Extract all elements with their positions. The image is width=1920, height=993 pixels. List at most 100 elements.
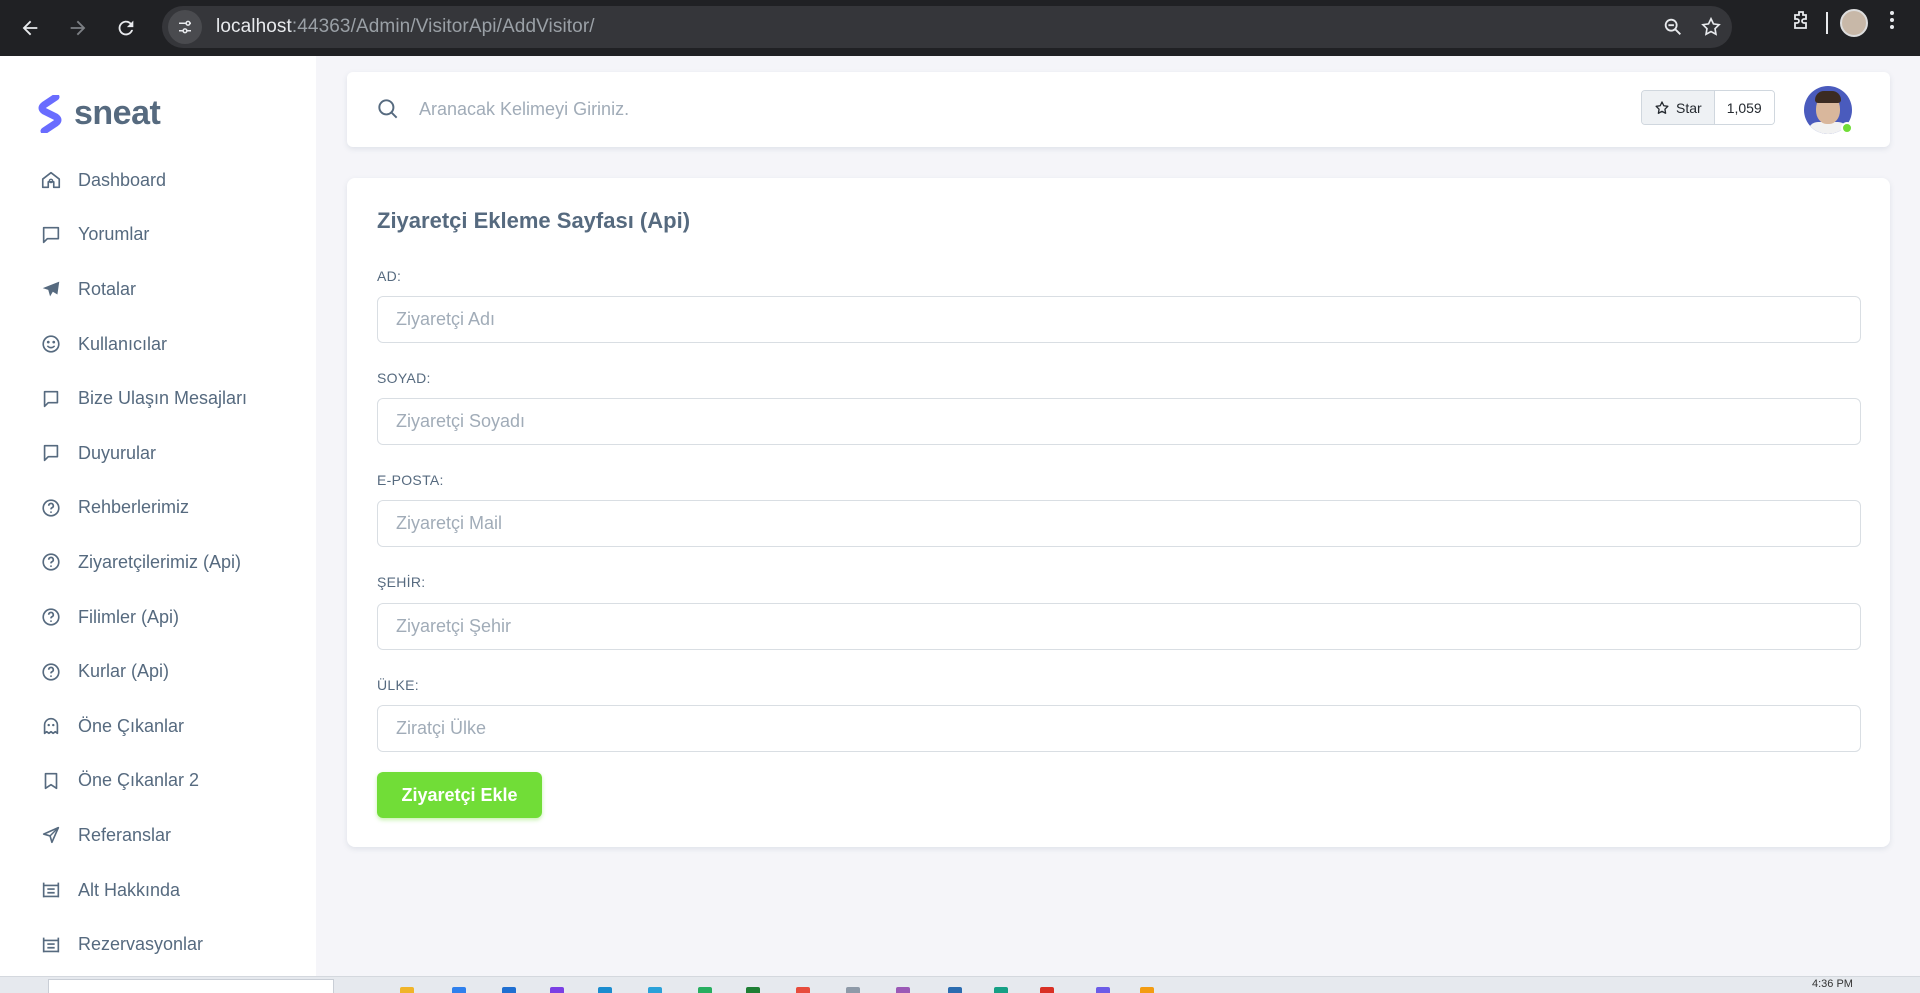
sidebar-item-filimler[interactable]: Filimler (Api) — [0, 590, 316, 645]
sidebar-item-kullanicilar[interactable]: Kullanıcılar — [0, 317, 316, 372]
sidebar: sneat Dashboard Yorumlar Rotalar Kullanı… — [0, 56, 316, 976]
url-path: :44363/Admin/VisitorApi/AddVisitor/ — [291, 16, 595, 37]
sidebar-item-label: Referanslar — [78, 824, 172, 845]
add-visitor-card: Ziyaretçi Ekleme Sayfası (Api) AD: SOYAD… — [347, 178, 1890, 847]
url-text[interactable]: localhost:44363/Admin/VisitorApi/AddVisi… — [216, 16, 595, 38]
last-name-label: SOYAD: — [377, 370, 431, 386]
sidebar-item-dashboard[interactable]: Dashboard — [0, 153, 316, 208]
folder-icon[interactable] — [400, 987, 414, 993]
app-icon[interactable] — [452, 987, 466, 993]
app-icon[interactable] — [648, 987, 662, 993]
back-button[interactable] — [12, 10, 48, 46]
sidebar-item-label: Rehberlerimiz — [78, 497, 190, 518]
top-navbar: Star 1,059 — [347, 72, 1890, 147]
sidebar-item-label: Rezervasyonlar — [78, 934, 204, 955]
url-host: localhost — [216, 16, 292, 37]
app-icon[interactable] — [796, 987, 810, 993]
sidebar-item-label: Filimler (Api) — [78, 606, 179, 627]
search-input[interactable] — [419, 94, 1319, 124]
brand-logo[interactable]: sneat — [38, 94, 161, 133]
app-icon[interactable] — [896, 987, 910, 993]
sidebar-item-referanslar[interactable]: Referanslar — [0, 808, 316, 863]
sidebar-item-label: Alt Hakkında — [78, 879, 181, 900]
sidebar-item-yorumlar[interactable]: Yorumlar — [0, 208, 316, 263]
email-field[interactable] — [377, 500, 1861, 547]
sidebar-item-ziyaretcilerimiz[interactable]: Ziyaretçilerimiz (Api) — [0, 535, 316, 590]
app-icon[interactable] — [550, 987, 564, 993]
sidebar-item-bize-ulasin[interactable]: Bize Ulaşın Mesajları — [0, 371, 316, 426]
star-label-part[interactable]: Star — [1642, 91, 1715, 124]
sidebar-item-label: Kullanıcılar — [78, 333, 168, 354]
app-icon[interactable] — [846, 987, 860, 993]
brand-name: sneat — [74, 94, 161, 132]
app-icon[interactable] — [502, 987, 516, 993]
toolbar-divider — [1826, 11, 1828, 34]
bookmark-star-icon[interactable] — [1700, 10, 1722, 49]
github-star-button[interactable]: Star 1,059 — [1641, 90, 1775, 125]
sidebar-item-label: Öne Çıkanlar 2 — [78, 770, 200, 791]
app-icon[interactable] — [1096, 987, 1110, 993]
search-icon — [375, 96, 401, 127]
taskbar-search-box[interactable] — [48, 979, 334, 993]
profile-avatar[interactable] — [1840, 8, 1868, 37]
add-visitor-button[interactable]: Ziyaretçi Ekle — [377, 772, 542, 818]
help-circle-icon — [40, 661, 62, 683]
sidebar-item-label: Dashboard — [78, 169, 167, 190]
menu-kebab-icon[interactable] — [1880, 8, 1904, 37]
reload-button[interactable] — [108, 10, 144, 46]
extensions-icon[interactable] — [1790, 8, 1814, 37]
sidebar-menu: Dashboard Yorumlar Rotalar Kullanıcılar … — [0, 153, 316, 972]
sidebar-item-label: Ziyaretçilerimiz (Api) — [78, 551, 242, 572]
comment-icon — [40, 224, 62, 246]
plane-icon — [40, 278, 62, 300]
first-name-label: AD: — [377, 268, 402, 284]
chrome-taskbar-icon[interactable] — [1040, 987, 1054, 993]
book-icon — [40, 770, 62, 792]
first-name-field[interactable] — [377, 296, 1861, 343]
city-label: ŞEHİR: — [377, 574, 426, 590]
help-circle-icon — [40, 606, 62, 628]
ghost-icon — [40, 715, 62, 737]
email-label: E-POSTA: — [377, 472, 444, 488]
app-icon[interactable] — [1140, 987, 1154, 993]
sidebar-item-one-cikanlar[interactable]: Öne Çıkanlar — [0, 699, 316, 754]
sidebar-item-rehberlerimiz[interactable]: Rehberlerimiz — [0, 481, 316, 536]
app-icon[interactable] — [948, 987, 962, 993]
sidebar-item-duyurular[interactable]: Duyurular — [0, 426, 316, 481]
sidebar-item-alt-hakkinda[interactable]: Alt Hakkında — [0, 863, 316, 918]
help-circle-icon — [40, 497, 62, 519]
app-icon[interactable] — [598, 987, 612, 993]
sidebar-item-one-cikanlar-2[interactable]: Öne Çıkanlar 2 — [0, 754, 316, 809]
app-icon[interactable] — [746, 987, 760, 993]
app-icon[interactable] — [698, 987, 712, 993]
sidebar-item-rezervasyonlar[interactable]: Rezervasyonlar — [0, 917, 316, 972]
address-bar[interactable]: localhost:44363/Admin/VisitorApi/AddVisi… — [162, 6, 1732, 48]
send-icon — [40, 824, 62, 846]
online-status-dot — [1841, 122, 1853, 134]
sidebar-item-rotalar[interactable]: Rotalar — [0, 262, 316, 317]
forward-arrow-icon — [70, 20, 86, 36]
sidebar-item-kurlar[interactable]: Kurlar (Api) — [0, 644, 316, 699]
country-field[interactable] — [377, 705, 1861, 752]
message-icon — [40, 388, 62, 410]
reload-icon — [118, 20, 134, 36]
city-field[interactable] — [377, 603, 1861, 650]
home-icon — [40, 169, 62, 191]
help-circle-icon — [40, 551, 62, 573]
star-label: Star — [1676, 99, 1702, 116]
app-icon[interactable] — [994, 987, 1008, 993]
sidebar-item-label: Yorumlar — [78, 224, 150, 245]
sidebar-item-label: Bize Ulaşın Mesajları — [78, 388, 248, 409]
back-arrow-icon — [22, 20, 38, 36]
forward-button[interactable] — [60, 10, 96, 46]
message-icon — [40, 442, 62, 464]
site-info-icon[interactable] — [168, 10, 202, 44]
page-title: Ziyaretçi Ekleme Sayfası (Api) — [377, 208, 691, 233]
sidebar-item-label: Öne Çıkanlar — [78, 715, 185, 736]
sidebar-item-label: Kurlar (Api) — [78, 661, 170, 682]
os-taskbar: 4:36 PM — [0, 976, 1920, 993]
last-name-field[interactable] — [377, 398, 1861, 445]
zoom-icon[interactable] — [1662, 10, 1684, 49]
smile-icon — [40, 333, 62, 355]
star-count[interactable]: 1,059 — [1714, 91, 1774, 124]
